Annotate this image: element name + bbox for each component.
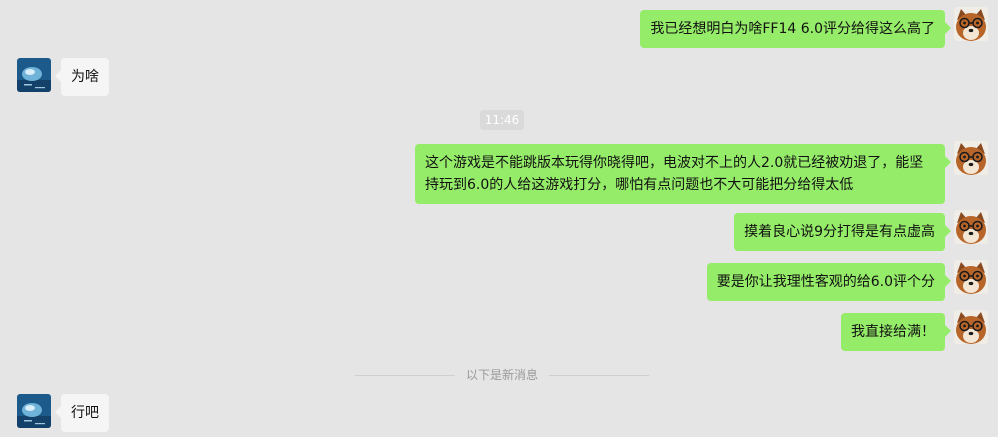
divider-line-right	[549, 375, 649, 376]
new-messages-divider: 以下是新消息	[465, 368, 538, 382]
friend-avatar-icon[interactable]	[17, 58, 51, 92]
message-timestamp: 11:46	[480, 110, 524, 130]
my-message-bubble[interactable]: 我直接给满！	[841, 313, 951, 351]
my-message-bubble[interactable]: 要是你让我理性客观的给6.0评个分	[706, 263, 952, 301]
friend-message-bubble[interactable]: 行吧	[55, 394, 109, 432]
my-avatar-icon[interactable]	[954, 141, 988, 175]
my-avatar-icon[interactable]	[954, 210, 988, 244]
friend-message-bubble[interactable]: 为啥	[55, 58, 109, 96]
my-avatar-icon[interactable]	[954, 260, 988, 294]
my-avatar-icon[interactable]	[954, 7, 988, 41]
my-message-bubble[interactable]: 这个游戏是不能跳版本玩得你晓得吧，电波对不上的人2.0就已经被劝退了，能坚持玩到…	[415, 144, 951, 204]
friend-avatar-icon[interactable]	[17, 394, 51, 428]
my-message-bubble[interactable]: 摸着良心说9分打得是有点虚高	[734, 213, 951, 251]
my-message-bubble[interactable]: 我已经想明白为啥FF14 6.0评分给得这么高了	[640, 10, 951, 48]
divider-line-left	[355, 375, 455, 376]
my-avatar-icon[interactable]	[954, 310, 988, 344]
